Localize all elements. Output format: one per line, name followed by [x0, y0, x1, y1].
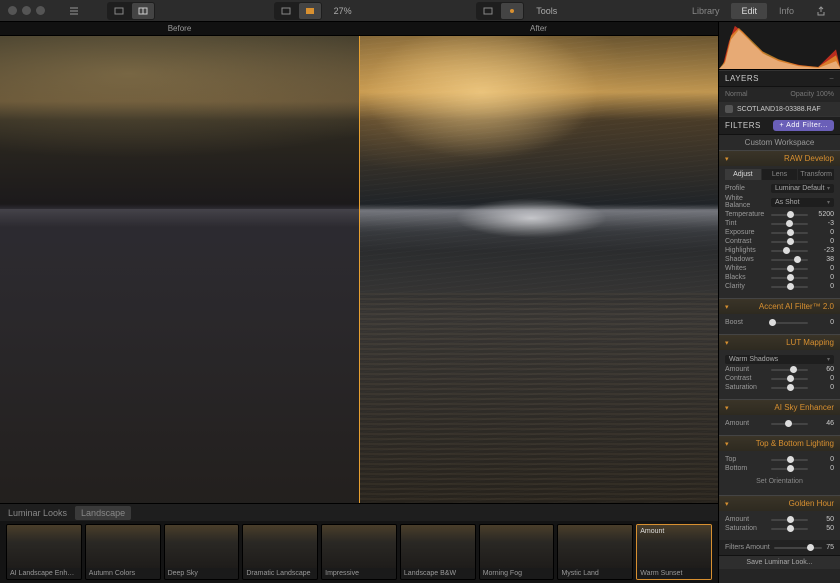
filter-golden-header[interactable]: Golden Hour: [719, 495, 840, 511]
after-label: After: [359, 22, 718, 35]
look-thumb[interactable]: AmountWarm Sunset: [636, 524, 712, 580]
tab-edit[interactable]: Edit: [731, 3, 767, 19]
after-image: [359, 36, 718, 503]
slider-bottom[interactable]: [771, 466, 808, 472]
look-thumb[interactable]: Morning Fog: [479, 524, 555, 580]
viewer-column: Before After Luminar Looks Landscape AI …: [0, 22, 718, 583]
tab-info[interactable]: Info: [769, 3, 804, 19]
compare-view-icon[interactable]: [132, 3, 154, 19]
look-thumb[interactable]: Autumn Colors: [85, 524, 161, 580]
wb-dropdown[interactable]: As Shot: [771, 198, 834, 207]
share-icon[interactable]: [810, 3, 832, 19]
right-panel: LAYERS – Normal Opacity 100% SCOTLAND18-…: [718, 22, 840, 583]
look-thumb[interactable]: Landscape B&W: [400, 524, 476, 580]
filter-sky-body: Amount46: [719, 415, 840, 435]
slider-contrast[interactable]: [771, 376, 808, 382]
filter-accent-body: Boost0: [719, 314, 840, 334]
lut-dropdown[interactable]: Warm Shadows: [725, 355, 834, 364]
sun-icon[interactable]: [501, 3, 523, 19]
slider-amount[interactable]: [771, 517, 808, 523]
add-filter-button[interactable]: + Add Filter...: [773, 120, 834, 131]
slider-boost[interactable]: [771, 320, 808, 326]
slider-saturation[interactable]: [771, 385, 808, 391]
compare-header: Before After: [0, 22, 718, 36]
zoom-value[interactable]: 27%: [328, 6, 358, 16]
main-area: Before After Luminar Looks Landscape AI …: [0, 22, 840, 583]
workspace-dropdown[interactable]: Custom Workspace: [719, 135, 840, 150]
looks-strip: AI Landscape EnhancerAutumn ColorsDeep S…: [0, 521, 718, 583]
histogram[interactable]: [719, 22, 840, 70]
layers-header[interactable]: LAYERS –: [719, 70, 840, 87]
slider-whites[interactable]: [771, 266, 808, 272]
filters-amount-row: Filters Amount 75: [719, 540, 840, 555]
slider-tint[interactable]: [771, 221, 808, 227]
slider-saturation[interactable]: [771, 526, 808, 532]
look-thumb[interactable]: Deep Sky: [164, 524, 240, 580]
slider-temperature[interactable]: [771, 212, 808, 218]
slider-blacks[interactable]: [771, 275, 808, 281]
layer-name: SCOTLAND18-03388.RAF: [737, 106, 821, 113]
looks-header-bar: Luminar Looks Landscape: [0, 503, 718, 521]
image-canvas[interactable]: [0, 36, 718, 503]
grid-icon[interactable]: [477, 3, 499, 19]
filter-golden-body: Amount50Saturation50: [719, 511, 840, 540]
compare-divider[interactable]: [359, 36, 360, 503]
single-view-icon[interactable]: [108, 3, 130, 19]
top-toolbar: 27% Tools Library Edit Info: [0, 0, 840, 22]
looks-title: Luminar Looks: [8, 508, 67, 518]
slider-clarity[interactable]: [771, 284, 808, 290]
filter-lut-body: Warm Shadows Amount60Contrast0Saturation…: [719, 350, 840, 399]
compare-a-icon[interactable]: [275, 3, 297, 19]
raw-tab-adjust[interactable]: Adjust: [725, 169, 761, 180]
filter-topbottom-header[interactable]: Top & Bottom Lighting: [719, 435, 840, 451]
save-look-button[interactable]: Save Luminar Look...: [719, 555, 840, 569]
filters-amount-slider[interactable]: [774, 545, 822, 551]
slider-highlights[interactable]: [771, 248, 808, 254]
slider-shadows[interactable]: [771, 257, 808, 263]
overlay-group: [476, 2, 524, 20]
opacity-label: Opacity 100%: [790, 91, 834, 98]
set-orientation-button[interactable]: Set Orientation: [725, 474, 834, 489]
tools-dropdown[interactable]: Tools: [530, 6, 563, 16]
compare-mode-group: [274, 2, 322, 20]
mode-tabs: Library Edit Info: [682, 3, 804, 19]
menu-icon[interactable]: [63, 3, 85, 19]
filter-topbottom-body: Top0Bottom0 Set Orientation: [719, 451, 840, 495]
profile-dropdown[interactable]: Luminar Default: [771, 184, 834, 193]
window-controls[interactable]: [8, 6, 45, 15]
filter-raw-develop-body: Adjust Lens Transform ProfileLuminar Def…: [719, 166, 840, 298]
filter-accent-header[interactable]: Accent AI Filter™ 2.0: [719, 298, 840, 314]
slider-amount[interactable]: [771, 367, 808, 373]
tab-library[interactable]: Library: [682, 3, 730, 19]
view-mode-group: [107, 2, 155, 20]
look-thumb[interactable]: Impressive: [321, 524, 397, 580]
slider-exposure[interactable]: [771, 230, 808, 236]
look-thumb[interactable]: Mystic Land: [557, 524, 633, 580]
slider-amount[interactable]: [771, 421, 808, 427]
look-thumb[interactable]: Dramatic Landscape: [242, 524, 318, 580]
compare-b-icon[interactable]: [299, 3, 321, 19]
filter-lut-header[interactable]: LUT Mapping: [719, 334, 840, 350]
look-thumb[interactable]: AI Landscape Enhancer: [6, 524, 82, 580]
blend-mode-dropdown[interactable]: Normal: [725, 91, 748, 98]
slider-contrast[interactable]: [771, 239, 808, 245]
layer-item[interactable]: SCOTLAND18-03388.RAF: [719, 102, 840, 116]
filter-sky-header[interactable]: AI Sky Enhancer: [719, 399, 840, 415]
filters-header[interactable]: FILTERS + Add Filter...: [719, 116, 840, 135]
raw-tab-transform[interactable]: Transform: [798, 169, 834, 180]
slider-top[interactable]: [771, 457, 808, 463]
looks-category-dropdown[interactable]: Landscape: [75, 506, 131, 520]
before-label: Before: [0, 22, 359, 35]
raw-tab-lens[interactable]: Lens: [762, 169, 798, 180]
filter-raw-develop-header[interactable]: RAW Develop: [719, 150, 840, 166]
